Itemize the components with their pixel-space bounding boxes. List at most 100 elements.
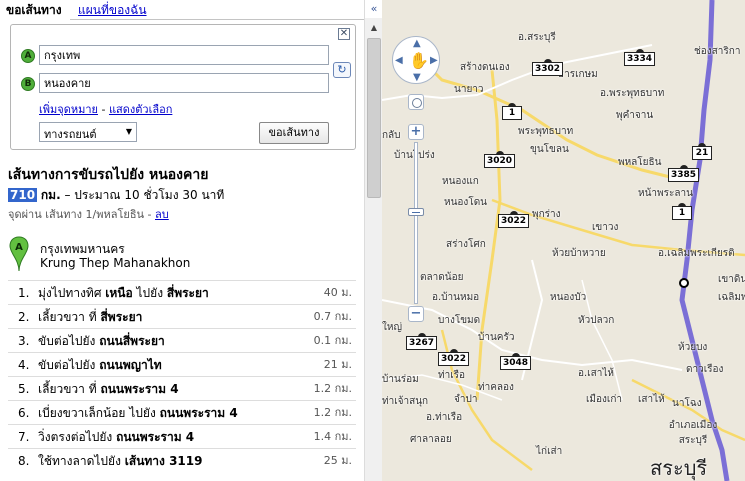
route-shield: 3048 — [500, 353, 532, 370]
route-shield: 1 — [672, 203, 692, 220]
directions-form: ✕ A B ↻ เพิ่มจุดหมาย - แสดงตัวเลือก ทางร… — [10, 24, 356, 150]
map-label: นาโฉง — [672, 398, 702, 409]
swap-locations-icon[interactable]: ↻ — [333, 62, 351, 78]
pan-down-icon[interactable]: ▼ — [413, 72, 421, 83]
step-number: 7. — [18, 430, 30, 444]
pan-right-icon[interactable]: ▶ — [430, 55, 438, 66]
step-number: 4. — [18, 358, 30, 372]
map-label: ศาลาลอย — [410, 434, 452, 445]
chevron-down-icon: ▼ — [125, 127, 132, 136]
zoom-out-button[interactable]: − — [408, 306, 424, 322]
route-shield: 3022 — [498, 211, 530, 228]
route-summary: 710 กม. – ประมาณ 10 ชั่วโมง 30 นาที — [8, 186, 224, 205]
collapse-panel-icon[interactable]: « — [365, 0, 383, 18]
close-icon[interactable]: ✕ — [338, 28, 350, 40]
direction-step[interactable]: 7. วิ่งตรงต่อไปยัง ถนนพระราม 4 1.4 กม. — [8, 424, 356, 448]
route-shield: 21 — [692, 143, 712, 160]
step-distance: 21 ม. — [323, 358, 352, 371]
map-label: บางโขมด — [438, 315, 481, 326]
map-label: สร่างโศก — [446, 239, 486, 250]
map-city-label: สระบุรี — [650, 456, 708, 480]
map-label: ช่องสาริกา — [694, 46, 741, 57]
step-distance: 0.1 กม. — [313, 334, 352, 347]
map-label: พหลโยธิน — [618, 157, 662, 168]
step-text: ไปยัง — [132, 286, 167, 300]
remove-via-link[interactable]: ลบ — [155, 208, 169, 221]
step-road: เส้นทาง 3119 — [124, 454, 203, 468]
scroll-up-icon[interactable]: ▲ — [366, 20, 382, 36]
step-text: มุ่งไปทางทิศ — [38, 286, 106, 300]
tabs-divider — [70, 19, 364, 20]
start-name-english: Krung Thep Mahanakhon — [40, 256, 191, 270]
map-label: ขุนโขลน — [530, 144, 569, 155]
travel-mode-value: ทางรถยนต์ — [44, 128, 97, 141]
zoom-reset-icon[interactable] — [408, 94, 424, 110]
direction-step[interactable]: 8. ใช้ทางลาดไปยัง เส้นทาง 3119 25 ม. — [8, 448, 356, 472]
map-label: พระพุทธบาท — [518, 126, 574, 137]
start-location-input[interactable] — [39, 45, 329, 65]
direction-step[interactable]: 1. มุ่งไปทางทิศ เหนือ ไปยัง สี่พระยา 40 ม. — [8, 280, 356, 304]
map-label: อ.พระพุทธบาท — [600, 88, 665, 99]
pan-left-icon[interactable]: ◀ — [395, 55, 403, 66]
map-label: พุคำจาน — [616, 110, 654, 121]
tab-my-maps[interactable]: แผนที่ของฉัน — [78, 0, 147, 20]
step-road: เหนือ — [105, 286, 133, 300]
step-text: ขับต่อไปยัง — [38, 334, 100, 348]
route-distance-unit: กม. — [40, 188, 61, 202]
map-label: ห้วยบง — [678, 342, 708, 353]
add-destination-link[interactable]: เพิ่มจุดหมาย — [39, 103, 98, 116]
step-text: เบี่ยงขวาเล็กน้อย ไปยัง — [38, 406, 160, 420]
travel-mode-select[interactable]: ทางรถยนต์ ▼ — [39, 122, 137, 142]
route-distance: 710 — [8, 188, 38, 202]
route-shield: 3385 — [668, 165, 700, 182]
map-label: ท่าเรือ — [438, 370, 466, 381]
map-label: บ้านครัว — [478, 332, 515, 343]
hand-icon: ✋ — [409, 51, 429, 70]
get-directions-button[interactable]: ขอเส้นทาง — [259, 122, 329, 144]
map-label: ใหญ่ — [382, 322, 402, 333]
map-label: ดาวเรือง — [686, 364, 724, 375]
map-label: หนองโดน — [444, 197, 488, 208]
map-label: หนองบัว — [550, 292, 587, 303]
zoom-in-button[interactable]: + — [408, 124, 424, 140]
destination-input[interactable] — [39, 73, 329, 93]
direction-steps: 1. มุ่งไปทางทิศ เหนือ ไปยัง สี่พระยา 40 ม.… — [8, 280, 356, 472]
panel-scrollbar[interactable]: « ▲ — [364, 0, 383, 481]
tab-directions[interactable]: ขอเส้นทาง — [6, 0, 62, 20]
map-label: อ.สระบุรี — [518, 32, 556, 43]
map-view[interactable]: อ.สระบุรี สร้างดนเอง นายาว ธารเกษม อ.พระ… — [382, 0, 745, 481]
route-shield: 3302 — [532, 59, 564, 76]
start-marker-icon[interactable]: A — [9, 236, 29, 272]
route-shield: 3022 — [438, 349, 470, 366]
map-label: อำเภอเมือง สระบุรี — [668, 420, 718, 446]
show-options-link[interactable]: แสดงตัวเลือก — [109, 103, 172, 116]
direction-step[interactable]: 6. เบี่ยงขวาเล็กน้อย ไปยัง ถนนพระราม 4 1.2… — [8, 400, 356, 424]
map-label: หนองแก — [442, 176, 479, 187]
direction-step[interactable]: 5. เลี้ยวขวา ที่ ถนนพระราม 4 1.2 กม. — [8, 376, 356, 400]
map-label: อ.บ้านหมอ — [432, 292, 480, 303]
direction-step[interactable]: 3. ขับต่อไปยัง ถนนสี่พระยา 0.1 กม. — [8, 328, 356, 352]
map-label: ท่าเจ้าสนุก — [382, 396, 429, 407]
map-label: เสาไห้ — [638, 394, 665, 405]
map-label: เขาดิน — [718, 274, 745, 285]
direction-step[interactable]: 4. ขับต่อไปยัง ถนนพญาไท 21 ม. — [8, 352, 356, 376]
direction-step[interactable]: 2. เลี้ยวขวา ที่ สี่พระยา 0.7 กม. — [8, 304, 356, 328]
map-label: ธารเกษม — [558, 69, 598, 80]
step-distance: 1.4 กม. — [313, 430, 352, 443]
step-number: 6. — [18, 406, 30, 420]
map-label: หัวปลวก — [578, 315, 615, 326]
zoom-slider-track[interactable] — [414, 142, 418, 304]
pan-control[interactable]: ▲ ▼ ◀ ▶ ✋ — [392, 36, 440, 84]
map-label: นายาว — [454, 84, 484, 95]
scroll-thumb[interactable] — [367, 38, 381, 198]
route-via: จุดผ่าน เส้นทาง 1/พหลโยธิน - ลบ — [8, 205, 169, 223]
map-label: จำปา — [454, 394, 478, 405]
step-text: เลี้ยวขวา ที่ — [38, 310, 101, 324]
map-label: ห้วยบ้าหวาย — [552, 248, 606, 259]
route-via-text: จุดผ่าน เส้นทาง 1/พหลโยธิน - — [8, 208, 152, 221]
map-label: เขาวง — [592, 222, 619, 233]
pan-up-icon[interactable]: ▲ — [413, 38, 421, 49]
map-label: สร้างดนเอง — [460, 62, 510, 73]
zoom-slider-handle[interactable] — [408, 208, 424, 216]
step-number: 5. — [18, 382, 30, 396]
